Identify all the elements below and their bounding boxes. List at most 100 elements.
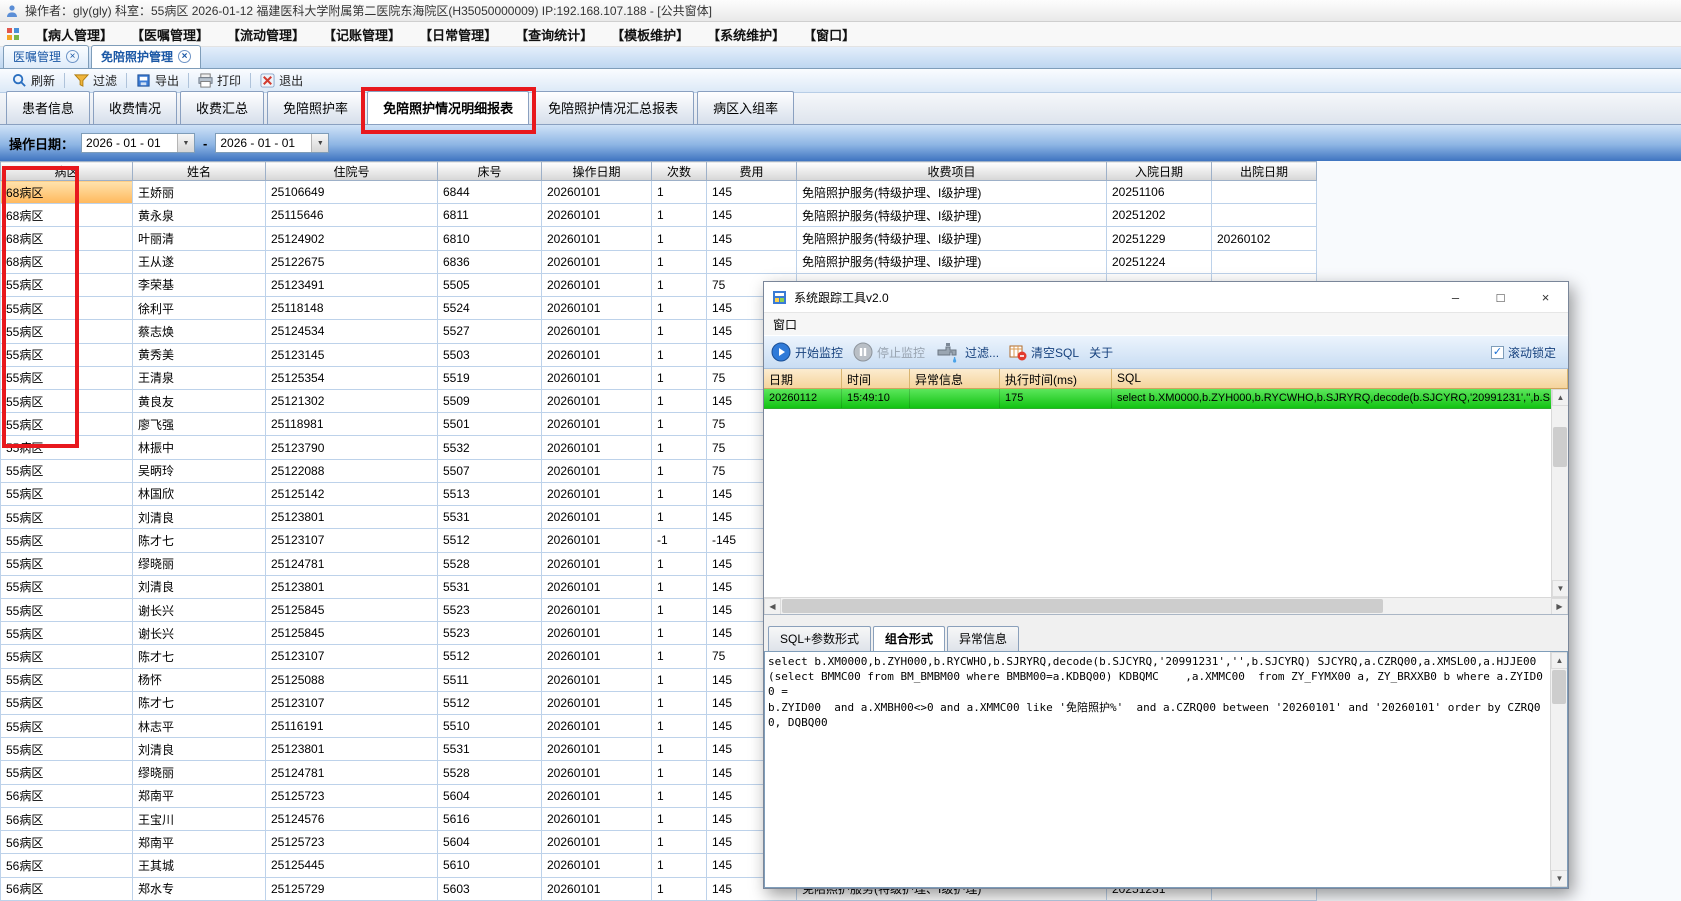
table-row[interactable]: 68病区 叶丽清 25124902 6810 20260101 1 145 免陪照护服务(特级… bbox=[0, 226, 1317, 251]
table-cell: 20260101 bbox=[541, 458, 652, 483]
exit-icon bbox=[260, 73, 275, 88]
menu-item[interactable]: 【流动管理】 bbox=[218, 22, 314, 47]
date-to-combo[interactable]: 2026 - 01 - 01 ▼ bbox=[215, 133, 330, 153]
scroll-left-icon[interactable]: ◀ bbox=[764, 597, 781, 614]
trace-grid-header-cell[interactable]: 时间 bbox=[842, 369, 910, 388]
table-cell: 黄秀美 bbox=[132, 342, 266, 367]
table-header-row: 病区 姓名 住院号 床号 操作日期 次数 费用 收费项目 入院日期 出院日期 bbox=[0, 161, 1317, 181]
chevron-down-icon[interactable]: ▼ bbox=[311, 134, 329, 152]
table-header-cell[interactable]: 床号 bbox=[437, 161, 542, 181]
table-cell: 25125354 bbox=[265, 365, 438, 390]
table-cell: 5528 bbox=[437, 551, 542, 576]
date-from-combo[interactable]: 2026 - 01 - 01 ▼ bbox=[81, 133, 196, 153]
doc-tab[interactable]: 免陪照护管理 × bbox=[91, 45, 202, 68]
sub-tab[interactable]: 病区入组率 bbox=[697, 91, 795, 124]
stop-monitor-button[interactable]: 停止监控 bbox=[853, 342, 925, 362]
chevron-down-icon[interactable]: ▼ bbox=[177, 134, 195, 152]
minimize-button[interactable]: – bbox=[1433, 282, 1478, 312]
filter-sql-button[interactable]: 过滤... bbox=[935, 340, 999, 364]
table-cell: 20260101 bbox=[541, 226, 652, 251]
table-row[interactable]: 68病区 王从遂 25122675 6836 20260101 1 145 免陪照护服务(特级… bbox=[0, 249, 1317, 274]
export-button[interactable]: 导出 bbox=[129, 71, 186, 90]
filter-button[interactable]: 过滤 bbox=[67, 71, 124, 90]
table-header-cell[interactable]: 操作日期 bbox=[541, 161, 652, 181]
menu-item[interactable]: 【模板维护】 bbox=[602, 22, 698, 47]
trace-vscrollbar[interactable]: ▲ ▼ bbox=[1551, 389, 1568, 597]
sql-text-area[interactable]: select b.XM0000,b.ZYH000,b.RYCWHO,b.SJRY… bbox=[765, 652, 1549, 887]
menu-grid-icon bbox=[0, 27, 26, 41]
scroll-thumb[interactable] bbox=[782, 598, 1383, 613]
toolbar-separator bbox=[250, 73, 252, 88]
sub-tab[interactable]: 患者信息 bbox=[6, 91, 91, 124]
menu-item[interactable]: 【系统维护】 bbox=[698, 22, 794, 47]
menu-item[interactable]: 【日常管理】 bbox=[410, 22, 506, 47]
trace-grid-header-cell[interactable]: 日期 bbox=[764, 369, 842, 388]
clear-sql-button[interactable]: 清空SQL bbox=[1009, 343, 1079, 361]
trace-dialog[interactable]: 系统跟踪工具v2.0 – □ × 窗口 开始监控 停止监控 过滤... 清空SQ… bbox=[763, 281, 1569, 889]
trace-grid-header-cell[interactable]: SQL bbox=[1112, 369, 1568, 388]
table-header-cell[interactable]: 费用 bbox=[706, 161, 797, 181]
print-button[interactable]: 打印 bbox=[191, 71, 248, 90]
table-header-cell[interactable]: 收费项目 bbox=[796, 161, 1107, 181]
menu-item[interactable]: 【病人管理】 bbox=[26, 22, 122, 47]
scroll-thumb[interactable] bbox=[1552, 670, 1566, 704]
maximize-button[interactable]: □ bbox=[1478, 282, 1523, 312]
dialog-titlebar[interactable]: 系统跟踪工具v2.0 – □ × bbox=[764, 282, 1568, 312]
menu-item[interactable]: 【查询统计】 bbox=[506, 22, 602, 47]
scroll-down-icon[interactable]: ▼ bbox=[1551, 870, 1567, 887]
sub-tab[interactable]: 收费汇总 bbox=[180, 91, 265, 124]
table-row[interactable]: 68病区 黄永泉 25115646 6811 20260101 1 145 免陪照护服务(特级… bbox=[0, 203, 1317, 228]
tab-close-icon[interactable]: × bbox=[178, 50, 192, 63]
sql-vscrollbar[interactable]: ▲ ▼ bbox=[1550, 652, 1567, 887]
table-header-cell[interactable]: 姓名 bbox=[132, 161, 266, 181]
trace-grid-row[interactable]: 20260112 15:49:10 175 select b.XM0000,b.ZYH… bbox=[764, 389, 1568, 409]
scroll-lock-toggle[interactable]: ✓ 滚动锁定 bbox=[1490, 344, 1561, 361]
trace-grid-header-cell[interactable]: 异常信息 bbox=[910, 369, 1000, 388]
scroll-up-icon[interactable]: ▲ bbox=[1551, 652, 1567, 669]
sub-tab[interactable]: 免陪照护情况明细报表 bbox=[361, 87, 537, 134]
sub-tab[interactable]: 免陪照护情况汇总报表 bbox=[532, 91, 695, 124]
scroll-right-icon[interactable]: ▶ bbox=[1551, 597, 1568, 614]
table-header-cell[interactable]: 出院日期 bbox=[1211, 161, 1317, 181]
menu-item[interactable]: 【窗口】 bbox=[794, 22, 864, 47]
result-tab[interactable]: SQL+参数形式 bbox=[768, 626, 872, 651]
table-header-cell[interactable]: 次数 bbox=[651, 161, 707, 181]
filter-bar: 操作日期： 2026 - 01 - 01 ▼ - 2026 - 01 - 01 … bbox=[0, 125, 1681, 161]
table-row[interactable]: 68病区 王娇丽 25106649 6844 20260101 1 145 免陪照护服务(特级… bbox=[0, 179, 1317, 205]
table-cell: 25118981 bbox=[265, 412, 438, 437]
tab-close-icon[interactable]: × bbox=[66, 50, 80, 63]
trace-grid-rows: 20260112 15:49:10 175 select b.XM0000,b.ZYH… bbox=[764, 389, 1568, 409]
clear-sql-icon bbox=[1009, 343, 1027, 361]
scroll-lock-checkbox[interactable]: ✓ bbox=[1490, 345, 1504, 359]
scroll-down-icon[interactable]: ▼ bbox=[1552, 580, 1568, 597]
refresh-button[interactable]: 刷新 bbox=[5, 71, 62, 90]
table-cell: 5603 bbox=[437, 876, 542, 901]
filter-label: 操作日期： bbox=[9, 136, 75, 152]
trace-grid-header-cell[interactable]: 执行时间(ms) bbox=[1000, 369, 1112, 388]
table-header-cell[interactable]: 病区 bbox=[0, 161, 133, 181]
about-button[interactable]: 关于 bbox=[1089, 344, 1113, 361]
menu-item[interactable]: 【医嘱管理】 bbox=[122, 22, 218, 47]
start-monitor-button[interactable]: 开始监控 bbox=[771, 342, 843, 362]
table-cell: 20251202 bbox=[1106, 203, 1212, 228]
sub-tab[interactable]: 免陪照护率 bbox=[267, 91, 365, 124]
table-header-cell[interactable]: 入院日期 bbox=[1106, 161, 1212, 181]
result-tab[interactable]: 异常信息 bbox=[947, 626, 1020, 651]
exit-button[interactable]: 退出 bbox=[253, 71, 310, 90]
trace-hscrollbar[interactable]: ◀ ▶ bbox=[764, 597, 1568, 614]
sub-tab[interactable]: 收费情况 bbox=[93, 91, 178, 124]
table-header-cell[interactable]: 住院号 bbox=[265, 161, 438, 181]
table-cell: 20260101 bbox=[541, 435, 652, 460]
table-cell: 1 bbox=[651, 179, 707, 205]
table-cell: 55病区 bbox=[0, 319, 133, 344]
close-button[interactable]: × bbox=[1523, 282, 1568, 312]
scroll-up-icon[interactable]: ▲ bbox=[1552, 389, 1568, 406]
table-cell: 1 bbox=[651, 830, 707, 855]
table-cell: 55病区 bbox=[0, 458, 133, 483]
result-tab[interactable]: 组合形式 bbox=[873, 626, 946, 651]
menu-item[interactable]: 【记账管理】 bbox=[314, 22, 410, 47]
trace-hscroll-track[interactable] bbox=[781, 598, 1551, 615]
doc-tab[interactable]: 医嘱管理 × bbox=[3, 45, 90, 68]
scroll-thumb[interactable] bbox=[1553, 427, 1567, 467]
dialog-menu-item-window[interactable]: 窗口 bbox=[764, 314, 806, 335]
